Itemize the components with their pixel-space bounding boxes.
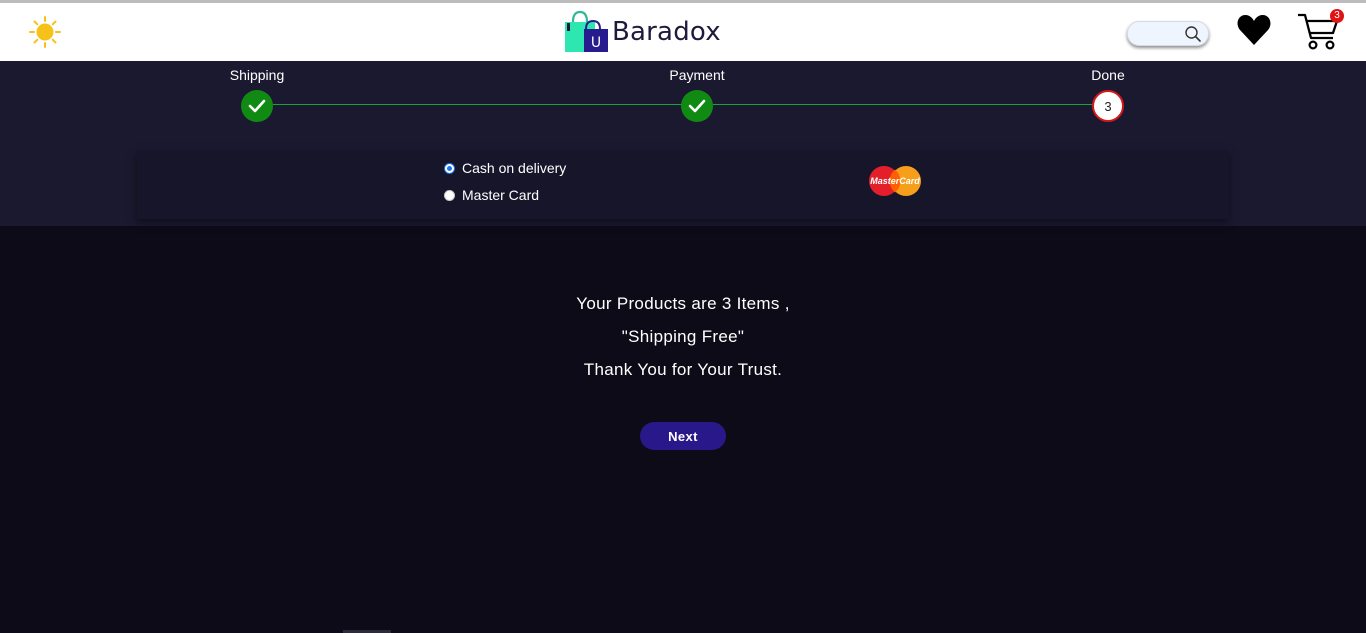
top-navbar: U Baradox — [0, 3, 1366, 61]
search-icon[interactable] — [1184, 25, 1202, 43]
cart-count-badge: 3 — [1330, 9, 1344, 23]
shopping-bag-icon: U — [565, 10, 608, 52]
mastercard-logo: MasterCard — [869, 166, 921, 196]
radio-cash[interactable] — [444, 162, 455, 174]
search-input[interactable] — [1127, 21, 1209, 46]
step-shipping-complete — [241, 90, 273, 122]
payment-option-cash[interactable]: Cash on delivery — [444, 160, 566, 176]
step-payment-complete — [681, 90, 713, 122]
step-label-shipping: Shipping — [229, 67, 285, 83]
brand-logo[interactable]: U Baradox — [564, 9, 721, 55]
next-button[interactable]: Next — [640, 422, 726, 450]
progress-line — [273, 104, 682, 105]
logo-badge-letter: U — [591, 35, 601, 51]
mastercard-logo-text: MasterCard — [870, 176, 920, 186]
heart-icon[interactable] — [1236, 12, 1272, 48]
order-summary-text: Your Products are 3 Items , — [576, 294, 790, 313]
check-icon — [688, 99, 706, 113]
payment-option-mastercard[interactable]: Master Card — [444, 187, 539, 203]
check-icon — [248, 99, 266, 113]
thank-you-text: Thank You for Your Trust. — [583, 360, 783, 379]
progress-line — [713, 104, 1094, 105]
shipping-info-text: "Shipping Free" — [621, 327, 745, 346]
sun-icon[interactable] — [28, 15, 62, 49]
brand-name: Baradox — [612, 17, 721, 47]
payment-option-label: Cash on delivery — [462, 160, 567, 176]
step-label-done: Done — [1091, 67, 1125, 83]
radio-mastercard[interactable] — [444, 189, 455, 201]
step-label-payment: Payment — [669, 67, 725, 83]
payment-methods-panel — [137, 151, 1229, 219]
step-done-current: 3 — [1092, 90, 1124, 122]
payment-option-label: Master Card — [462, 187, 540, 203]
